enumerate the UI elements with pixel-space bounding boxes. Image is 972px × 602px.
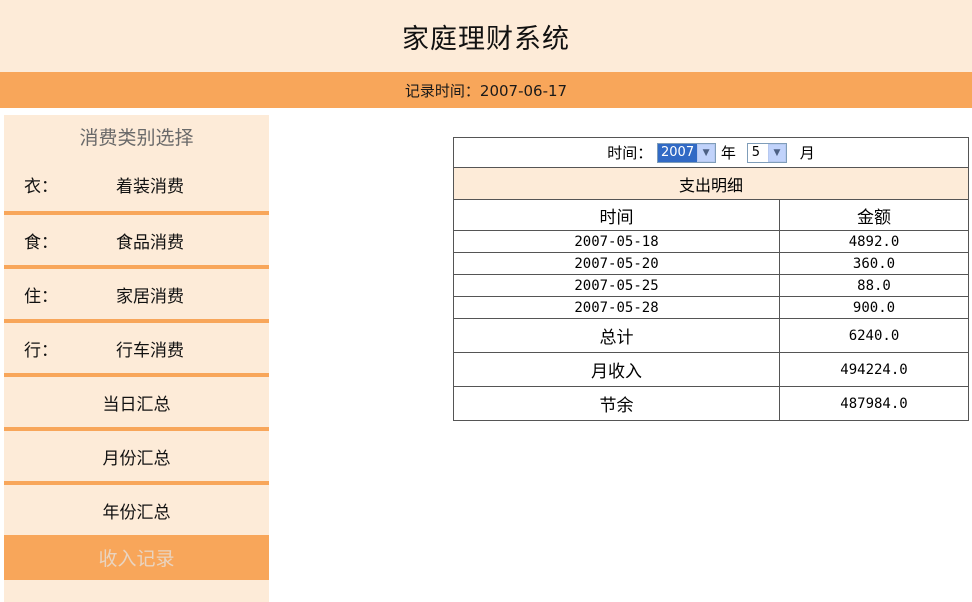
month-unit: 月: [799, 144, 815, 162]
month-select-value: 5: [751, 144, 760, 160]
total-label: 总计: [453, 318, 780, 353]
table-row: 2007-05-18 4892.0: [453, 230, 969, 253]
table-row: 2007-05-20 360.0: [453, 252, 969, 275]
income-value: 494224.0: [779, 352, 969, 387]
income-label: 月收入: [453, 352, 780, 387]
sidebar-item-daily-summary[interactable]: 当日汇总: [4, 377, 269, 431]
sidebar-item-income-record[interactable]: 收入记录: [4, 535, 269, 580]
month-select[interactable]: 5 ▼: [746, 142, 787, 163]
chevron-down-icon: ▼: [767, 143, 786, 162]
sidebar-item-monthly-summary[interactable]: 月份汇总: [4, 431, 269, 485]
column-header-time: 时间: [453, 199, 780, 231]
sidebar-item-clothing[interactable]: 衣： 着装消费: [4, 158, 269, 215]
table-header-row: 时间 金额: [453, 199, 969, 231]
filter-row: 时间： 2007 ▼ 年 5 ▼ 月: [453, 137, 969, 168]
row-date: 2007-05-18: [453, 230, 780, 253]
expense-table: 时间： 2007 ▼ 年 5 ▼ 月 支出明细 时间 金额 2007-05-18: [453, 137, 969, 421]
balance-value: 487984.0: [779, 386, 969, 421]
sidebar-item-key: 衣：: [24, 177, 58, 197]
year-unit: 年: [720, 144, 736, 162]
row-date: 2007-05-28: [453, 296, 780, 319]
year-select-value: 2007: [658, 143, 698, 162]
income-row: 月收入 494224.0: [453, 352, 969, 387]
sidebar-item-label: 着装消费: [116, 177, 184, 197]
table-title: 支出明细: [453, 167, 969, 200]
table-row: 2007-05-25 88.0: [453, 274, 969, 297]
sidebar-item-yearly-summary[interactable]: 年份汇总: [4, 485, 269, 535]
sidebar-item-key: 住：: [24, 286, 58, 307]
sidebar-item-key: 食：: [24, 232, 58, 253]
table-row: 2007-05-28 900.0: [453, 296, 969, 319]
sidebar-item-housing[interactable]: 住： 家居消费: [4, 269, 269, 323]
app-header: 家庭理财系统: [0, 0, 972, 72]
chevron-down-icon: ▼: [697, 143, 716, 162]
time-label: 时间：: [607, 144, 653, 162]
year-select[interactable]: 2007 ▼: [657, 142, 717, 163]
row-date: 2007-05-25: [453, 274, 780, 297]
sidebar-item-label: 家居消费: [116, 286, 184, 307]
sidebar-item-key: 行：: [24, 340, 58, 361]
row-amount: 88.0: [779, 274, 969, 297]
sidebar-item-food[interactable]: 食： 食品消费: [4, 215, 269, 269]
row-amount: 4892.0: [779, 230, 969, 253]
row-amount: 900.0: [779, 296, 969, 319]
row-date: 2007-05-20: [453, 252, 780, 275]
sidebar-item-label: 行车消费: [116, 340, 184, 361]
sidebar-item-transport[interactable]: 行： 行车消费: [4, 323, 269, 377]
expense-panel: 时间： 2007 ▼ 年 5 ▼ 月 支出明细 时间 金额 2007-05-18: [453, 137, 969, 421]
sidebar-item-label: 食品消费: [116, 232, 184, 253]
total-row: 总计 6240.0: [453, 318, 969, 353]
record-time: 记录时间：2007-06-17: [404, 81, 568, 100]
balance-row: 节余 487984.0: [453, 386, 969, 421]
total-value: 6240.0: [779, 318, 969, 353]
app-title: 家庭理财系统: [402, 23, 570, 55]
category-sidebar: 消费类别选择 衣： 着装消费 食： 食品消费 住： 家居消费 行： 行车消费 当…: [4, 115, 269, 602]
balance-label: 节余: [453, 386, 780, 421]
row-amount: 360.0: [779, 252, 969, 275]
column-header-amount: 金额: [779, 199, 969, 231]
sidebar-heading: 消费类别选择: [4, 115, 269, 158]
record-time-bar: 记录时间：2007-06-17: [0, 72, 972, 108]
table-title-row: 支出明细: [453, 167, 969, 200]
